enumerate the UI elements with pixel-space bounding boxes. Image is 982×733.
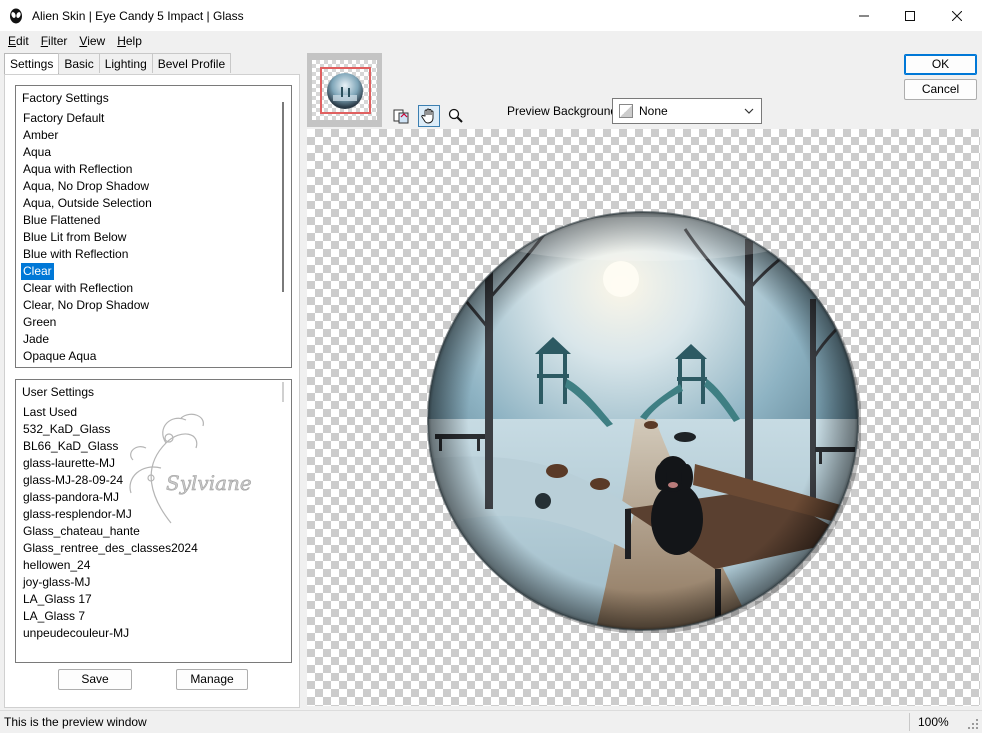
factory-scrollbar[interactable] <box>282 102 284 292</box>
list-item[interactable]: Jade <box>21 331 51 348</box>
status-divider <box>909 713 910 731</box>
tab-lighting[interactable]: Lighting <box>98 53 153 73</box>
menu-edit[interactable]: Edit <box>0 34 33 48</box>
list-item[interactable]: Aqua <box>21 144 53 161</box>
list-item[interactable]: Last Used <box>21 404 79 421</box>
list-item[interactable]: Amber <box>21 127 60 144</box>
preview-toggle-button[interactable] <box>390 105 412 127</box>
preview-background-label: Preview Background: <box>507 104 621 118</box>
maximize-button[interactable] <box>887 0 933 31</box>
list-item[interactable]: Clear with Reflection <box>21 280 135 297</box>
hand-tool-button[interactable] <box>418 105 440 127</box>
tab-settings[interactable]: Settings <box>4 53 60 74</box>
background-swatch-icon <box>619 104 633 118</box>
list-item[interactable]: Blue Flattened <box>21 212 102 229</box>
close-button[interactable] <box>934 0 980 31</box>
factory-items: Factory Default Amber Aqua Aqua with Reflec… <box>21 110 154 365</box>
preview-window[interactable] <box>307 129 980 706</box>
list-item[interactable]: Blue with Reflection <box>21 246 130 263</box>
minimize-button[interactable] <box>841 0 887 31</box>
list-item[interactable]: glass-MJ-28-09-24 <box>21 472 125 489</box>
list-item[interactable]: 532_KaD_Glass <box>21 421 112 438</box>
menu-bar: Edit Filter View Help <box>0 31 982 51</box>
preview-background-select[interactable]: None <box>612 98 762 124</box>
factory-settings-header: Factory Settings <box>22 91 109 105</box>
close-icon <box>952 10 962 21</box>
list-item[interactable]: Clear, No Drop Shadow <box>21 297 151 314</box>
preview-toggle-icon <box>393 109 409 124</box>
list-item[interactable]: Opaque Aqua <box>21 348 98 365</box>
maximize-icon <box>905 10 915 21</box>
list-item[interactable]: Aqua with Reflection <box>21 161 134 178</box>
list-item[interactable]: Aqua, No Drop Shadow <box>21 178 151 195</box>
menu-view[interactable]: View <box>71 34 109 48</box>
resize-grip-icon[interactable] <box>967 718 979 730</box>
user-settings-header: User Settings <box>22 385 95 399</box>
factory-settings-list[interactable]: Factory Settings Factory Default Amber Aqu… <box>15 85 292 368</box>
settings-panel: Factory Settings Factory Default Amber Aqu… <box>4 74 300 708</box>
user-scrollbar[interactable] <box>282 382 284 402</box>
ok-button[interactable]: OK <box>904 54 977 75</box>
tab-basic[interactable]: Basic <box>58 53 100 73</box>
glass-preview-image <box>427 211 861 633</box>
list-item[interactable]: Aqua, Outside Selection <box>21 195 154 212</box>
list-item[interactable]: LA_Glass 17 <box>21 591 94 608</box>
zoom-tool-button[interactable] <box>445 105 467 127</box>
menu-help[interactable]: Help <box>109 34 146 48</box>
list-item[interactable]: Glass_rentree_des_classes2024 <box>21 540 200 557</box>
list-item[interactable]: BL66_KaD_Glass <box>21 438 120 455</box>
cancel-button[interactable]: Cancel <box>904 79 977 100</box>
zoom-level: 100% <box>918 715 949 729</box>
list-item[interactable]: glass-resplendor-MJ <box>21 506 134 523</box>
list-item[interactable]: unpeudecouleur-MJ <box>21 625 131 642</box>
window-title: Alien Skin | Eye Candy 5 Impact | Glass <box>32 8 244 23</box>
manage-button[interactable]: Manage <box>176 669 248 690</box>
menu-filter[interactable]: Filter <box>33 34 72 48</box>
navigator-thumbnail[interactable] <box>307 53 382 127</box>
title-bar: Alien Skin | Eye Candy 5 Impact | Glass <box>0 0 982 31</box>
viewport-indicator[interactable] <box>320 67 371 114</box>
list-item[interactable]: Blue Lit from Below <box>21 229 128 246</box>
list-item[interactable]: Green <box>21 314 58 331</box>
chevron-down-icon <box>744 108 754 114</box>
status-bar: This is the preview window 100% <box>0 710 982 733</box>
list-item[interactable]: glass-laurette-MJ <box>21 455 117 472</box>
list-item[interactable]: joy-glass-MJ <box>21 574 92 591</box>
user-settings-list[interactable]: User Settings Sylviane Last Used 532_KaD_… <box>15 379 292 663</box>
list-item[interactable]: Clear <box>21 263 54 280</box>
alien-skin-icon <box>10 8 22 23</box>
hand-tool-icon <box>421 108 434 124</box>
list-item[interactable]: LA_Glass 7 <box>21 608 87 625</box>
list-item[interactable]: Factory Default <box>21 110 106 127</box>
user-items: Last Used 532_KaD_Glass BL66_KaD_Glass glas… <box>21 404 200 642</box>
list-item[interactable]: Glass_chateau_hante <box>21 523 142 540</box>
tab-bevel-profile[interactable]: Bevel Profile <box>151 53 232 73</box>
preview-background-value: None <box>639 104 668 118</box>
save-button[interactable]: Save <box>58 669 132 690</box>
minimize-icon <box>859 15 869 16</box>
tab-strip: Settings Basic Lighting Bevel Profile <box>4 53 232 74</box>
zoom-tool-icon <box>448 108 463 123</box>
list-item[interactable]: glass-pandora-MJ <box>21 489 121 506</box>
status-message: This is the preview window <box>4 715 147 729</box>
list-item[interactable]: hellowen_24 <box>21 557 92 574</box>
